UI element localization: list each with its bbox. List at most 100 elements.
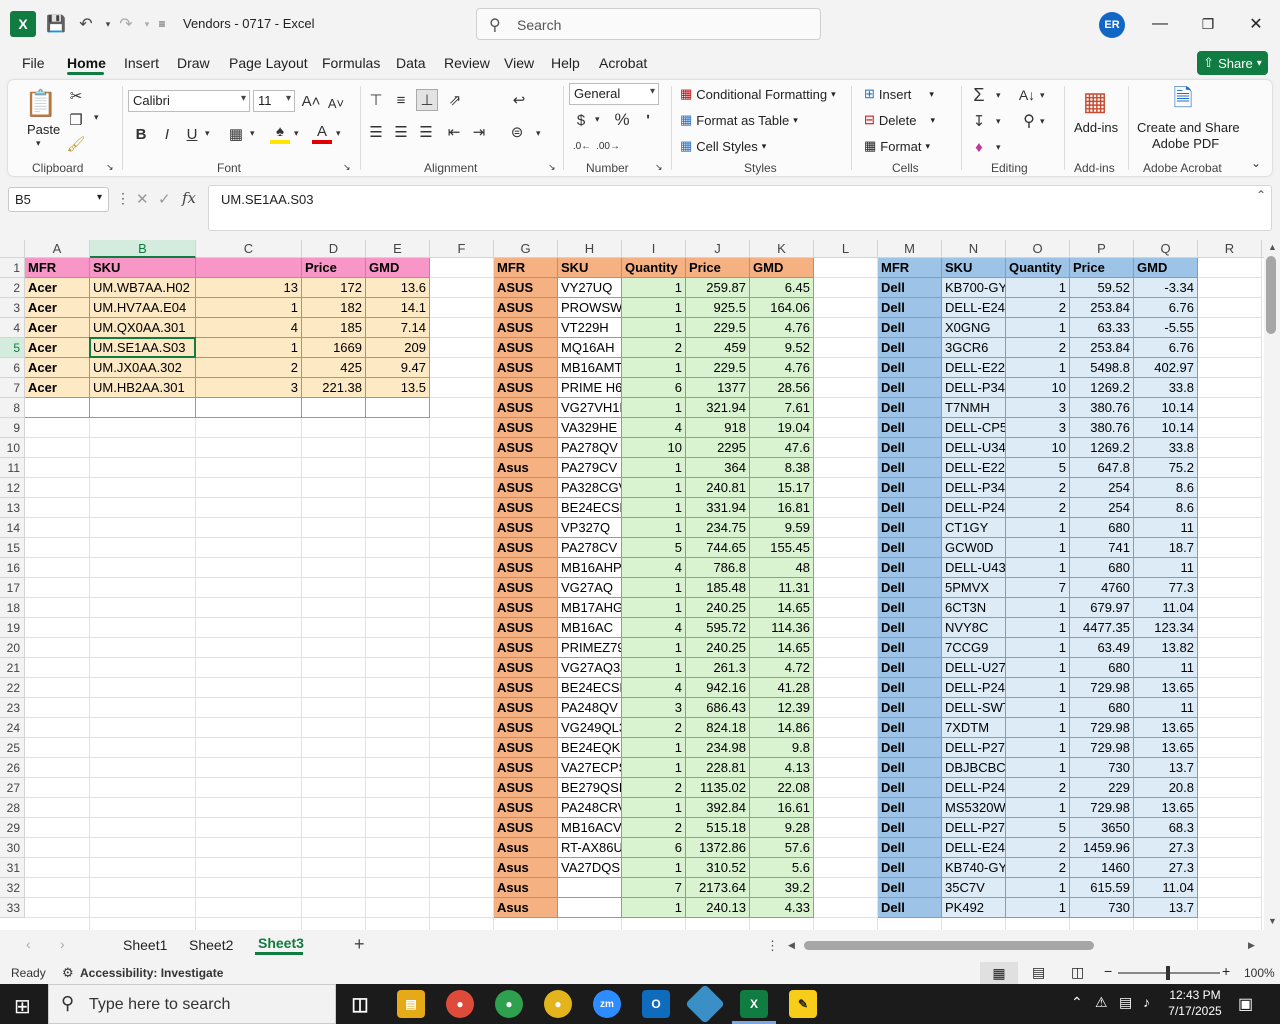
- table-cell[interactable]: 13: [196, 278, 302, 298]
- empty-cell[interactable]: [1198, 758, 1262, 778]
- row-header[interactable]: 14: [0, 518, 25, 538]
- table-cell[interactable]: 1: [622, 498, 686, 518]
- table-cell[interactable]: 10: [1006, 378, 1070, 398]
- table-cell[interactable]: 229: [1070, 778, 1134, 798]
- empty-cell[interactable]: [366, 558, 430, 578]
- row-header[interactable]: 9: [0, 418, 25, 438]
- empty-cell[interactable]: [25, 758, 90, 778]
- column-header[interactable]: G: [494, 240, 558, 258]
- table-cell[interactable]: 1: [1006, 618, 1070, 638]
- table-cell[interactable]: ASUS: [494, 778, 558, 798]
- table-cell[interactable]: ASUS: [494, 638, 558, 658]
- table-cell[interactable]: ASUS: [494, 558, 558, 578]
- empty-cell[interactable]: [366, 818, 430, 838]
- empty-cell[interactable]: [25, 778, 90, 798]
- table-cell[interactable]: 1: [622, 798, 686, 818]
- tab-sheet2[interactable]: Sheet2: [189, 937, 233, 953]
- row-header[interactable]: 32: [0, 878, 25, 898]
- table-cell[interactable]: Acer: [25, 298, 90, 318]
- align-center-icon[interactable]: ☰: [391, 122, 411, 142]
- header-cell[interactable]: SKU: [90, 258, 196, 278]
- table-cell[interactable]: 4.76: [750, 318, 814, 338]
- empty-cell[interactable]: [814, 878, 878, 898]
- empty-cell[interactable]: [814, 618, 878, 638]
- empty-cell[interactable]: [90, 518, 196, 538]
- table-cell[interactable]: ASUS: [494, 498, 558, 518]
- table-cell[interactable]: 261.3: [686, 658, 750, 678]
- table-cell[interactable]: 1: [1006, 718, 1070, 738]
- empty-cell[interactable]: [196, 418, 302, 438]
- table-cell[interactable]: 2: [196, 358, 302, 378]
- table-cell[interactable]: Acer: [25, 318, 90, 338]
- table-cell[interactable]: 16.81: [750, 498, 814, 518]
- empty-cell[interactable]: [302, 598, 366, 618]
- table-cell[interactable]: 9.28: [750, 818, 814, 838]
- table-cell[interactable]: 4: [622, 678, 686, 698]
- empty-cell[interactable]: [196, 518, 302, 538]
- empty-cell[interactable]: [196, 498, 302, 518]
- table-cell[interactable]: Dell: [878, 618, 942, 638]
- table-cell[interactable]: UM.SE1AA.S03: [90, 338, 196, 358]
- empty-cell[interactable]: [430, 358, 494, 378]
- empty-cell[interactable]: [25, 838, 90, 858]
- empty-cell[interactable]: [814, 378, 878, 398]
- table-cell[interactable]: 20.8: [1134, 778, 1198, 798]
- empty-cell[interactable]: [196, 918, 302, 930]
- table-cell[interactable]: ASUS: [494, 358, 558, 378]
- table-cell[interactable]: 259.87: [686, 278, 750, 298]
- table-cell[interactable]: 1: [1006, 638, 1070, 658]
- empty-cell[interactable]: [25, 498, 90, 518]
- select-all-corner[interactable]: [0, 240, 25, 258]
- table-cell[interactable]: UM.JX0AA.302: [90, 358, 196, 378]
- empty-cell[interactable]: [814, 578, 878, 598]
- row-header[interactable]: 18: [0, 598, 25, 618]
- scroll-down-icon[interactable]: ▼: [1268, 916, 1277, 926]
- formula-input[interactable]: UM.SE1AA.S03: [208, 185, 1272, 231]
- empty-cell[interactable]: [90, 398, 196, 418]
- empty-cell[interactable]: [430, 758, 494, 778]
- security-icon[interactable]: ⚠: [1095, 994, 1108, 1011]
- horizontal-scroll-thumb[interactable]: [804, 941, 1094, 950]
- table-cell[interactable]: Dell: [878, 298, 942, 318]
- table-cell[interactable]: Dell: [878, 478, 942, 498]
- task-view-icon[interactable]: ◫: [346, 990, 374, 1018]
- empty-cell[interactable]: [430, 718, 494, 738]
- table-cell[interactable]: 14.86: [750, 718, 814, 738]
- empty-cell[interactable]: [302, 518, 366, 538]
- empty-cell[interactable]: [302, 818, 366, 838]
- table-cell[interactable]: PA328CGV: [558, 478, 622, 498]
- zoom-in-icon[interactable]: +: [1222, 963, 1230, 979]
- empty-cell[interactable]: [366, 778, 430, 798]
- align-bottom-icon[interactable]: ⊥: [416, 89, 438, 111]
- menu-file[interactable]: File: [22, 55, 45, 71]
- empty-cell[interactable]: [196, 898, 302, 918]
- empty-cell[interactable]: [196, 578, 302, 598]
- empty-cell[interactable]: [25, 898, 90, 918]
- table-cell[interactable]: ASUS: [494, 318, 558, 338]
- table-cell[interactable]: ASUS: [494, 538, 558, 558]
- table-cell[interactable]: DELL-U342: [942, 438, 1006, 458]
- table-cell[interactable]: 1: [1006, 878, 1070, 898]
- table-cell[interactable]: 11.04: [1134, 878, 1198, 898]
- row-header[interactable]: 21: [0, 658, 25, 678]
- row-header[interactable]: 16: [0, 558, 25, 578]
- empty-cell[interactable]: [25, 518, 90, 538]
- empty-cell[interactable]: [430, 598, 494, 618]
- empty-cell[interactable]: [25, 918, 90, 930]
- table-cell[interactable]: 680: [1070, 658, 1134, 678]
- table-cell[interactable]: DELL-E222: [942, 358, 1006, 378]
- table-cell[interactable]: DELL-E222: [942, 458, 1006, 478]
- prev-sheet-icon[interactable]: ‹: [26, 936, 31, 952]
- empty-cell[interactable]: [196, 638, 302, 658]
- row-header[interactable]: 4: [0, 318, 25, 338]
- menu-formulas[interactable]: Formulas: [322, 55, 380, 71]
- table-cell[interactable]: ASUS: [494, 278, 558, 298]
- table-cell[interactable]: 6CT3N: [942, 598, 1006, 618]
- table-cell[interactable]: 680: [1070, 518, 1134, 538]
- empty-cell[interactable]: [25, 578, 90, 598]
- empty-cell[interactable]: [430, 778, 494, 798]
- table-cell[interactable]: NVY8C: [942, 618, 1006, 638]
- table-cell[interactable]: Acer: [25, 338, 90, 358]
- empty-cell[interactable]: [366, 898, 430, 918]
- table-cell[interactable]: Dell: [878, 898, 942, 918]
